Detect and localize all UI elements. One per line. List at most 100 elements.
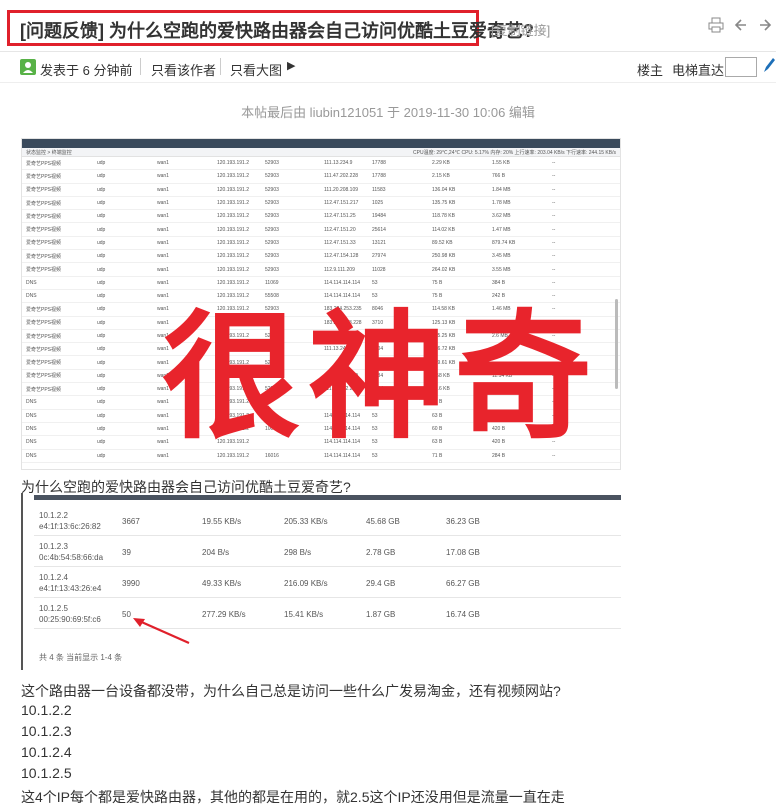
table-cell: udp [97,186,106,193]
table-cell: 17788 [372,160,386,167]
table-cell: 13121 [372,239,386,246]
table-cell: DNS [26,293,37,300]
table-cell: 112.47.151.33 [324,239,356,246]
table-cell: 111.20.208.109 [324,186,359,193]
table-cell: 120.193.191.2 [217,160,249,167]
table-cell: 52903 [265,200,279,207]
screenshot-breadcrumb: 状态监控 > 终端监控 [26,149,72,156]
screenshot-topbar [22,139,620,148]
device-conn: 3990 [122,579,140,588]
table-cell: 爱奇艺PPS视频 [26,386,62,393]
device-id: 10.1.2.3 0c:4b:54:58:66:da [39,541,103,563]
device-mac: e4:1f:13:6c:26:82 [39,522,101,531]
table-cell: 3.45 MB [492,253,511,260]
body-line: 10.1.2.2 [21,702,72,718]
table-cell: 120.193.191.2 [217,253,249,260]
table-cell: 爱奇艺PPS视频 [26,267,62,274]
table-cell: udp [97,239,106,246]
table-cell: 52903 [265,186,279,193]
table-cell: 3.62 MB [492,213,511,220]
table-cell: udp [97,200,106,207]
device-row[interactable]: 10.1.2.2 e4:1f:13:6c:26:82 3667 19.55 KB/s 2… [34,503,621,536]
table-cell: 52903 [265,266,279,273]
table-cell: wan1 [157,266,169,273]
table-cell: udp [97,293,106,300]
table-cell: udp [97,359,106,366]
body-line: 10.1.2.4 [21,744,72,760]
table-cell: 135.75 KB [432,200,456,207]
table-cell: 112.47.151.217 [324,200,359,207]
device-down: 216.09 KB/s [284,579,328,588]
table-row: 爱奇艺PPS视频 udp wan1 120.193.191.2 52903 112.9.1… [22,263,620,277]
device-mac: 0c:4b:54:58:66:da [39,553,104,562]
table-cell: 52903 [265,253,279,260]
device-up: 49.33 KB/s [202,579,242,588]
table-cell: 爱奇艺PPS视频 [26,187,62,194]
table-cell: 118.78 KB [432,213,455,220]
next-thread-icon[interactable] [758,17,772,37]
table-cell: 879.74 KB [492,239,516,246]
big-picture-link[interactable]: 只看大图 [230,60,282,79]
device-down: 298 B/s [284,548,312,557]
floor-jump-input[interactable] [725,57,757,77]
quote-line [21,493,23,670]
table-cell: udp [97,346,106,353]
table-cell: udp [97,439,106,446]
table-cell: -- [552,186,556,193]
table-cell: 75 B [432,279,443,286]
body-line: 这4个IP每个都是爱快路由器，其他的都是在用的，就2.5这个IP还没用但是流量一… [21,789,565,805]
table-cell: 爱奇艺PPS视频 [26,333,62,340]
table-row: 爱奇艺PPS视频 udp wan1 120.193.191.2 52903 112.47.… [22,197,620,211]
post-time: 发表于 6 分钟前 [40,63,133,78]
only-author-link[interactable]: 只看该作者 [151,60,216,79]
table-cell: wan1 [157,213,169,220]
table-cell: 1025 [372,200,384,207]
device-row[interactable]: 10.1.2.5 00:25:90:69:5f:c6 50 277.29 KB/s 15… [34,596,621,629]
table-cell: wan1 [157,279,169,286]
table-cell: 112.47.151.20 [324,226,356,233]
copy-link-button[interactable]: [复制链接] [491,20,550,39]
table-cell: 250.98 KB [432,253,456,260]
table-row: 爱奇艺PPS视频 udp wan1 120.193.191.2 52903 111.20.… [22,184,620,197]
print-icon[interactable] [708,17,724,37]
table-cell: DNS [26,412,37,419]
device-traffic-screenshot: 10.1.2.2 e4:1f:13:6c:26:82 3667 19.55 KB/s 2… [21,493,621,670]
table-cell: DNS [26,439,37,446]
body-line: 10.1.2.5 [21,765,72,781]
table-cell: 爱奇艺PPS视频 [26,240,62,247]
table-cell: 120.193.191.2 [217,266,249,273]
table-cell: udp [97,160,106,167]
device-up: 277.29 KB/s [202,610,246,619]
table-cell: 384 B [492,279,506,286]
device-conn: 50 [122,610,131,619]
edit-notice: 本帖最后由 liubin121051 于 2019-11-30 10:06 编辑 [241,105,535,120]
table-cell: -- [552,253,556,260]
table-cell: udp [97,173,106,180]
device-ip: 10.1.2.4 [39,573,68,582]
table-cell: 11069 [265,279,279,286]
floor-label: 楼主 [637,63,664,78]
device-total-up: 45.68 GB [366,517,400,526]
table-cell: 120.193.191.2 [217,200,249,207]
table-cell: wan1 [157,253,169,260]
table-cell: 爱奇艺PPS视频 [26,253,62,260]
device-ip: 10.1.2.2 [39,511,68,520]
table-cell: 52903 [265,226,279,233]
device-up: 19.55 KB/s [202,517,242,526]
prev-thread-icon[interactable] [734,17,748,37]
table-cell: udp [97,426,106,433]
screenshot-status: CPU温度: 29℃,24℃ CPU: 5.17% 内存: 20% 上行速率: … [413,149,616,156]
table-footer: 共 4 条 当前显示 1-4 条 [39,653,123,662]
device-row[interactable]: 10.1.2.3 0c:4b:54:58:66:da 39 204 B/s 298 B/… [34,534,621,567]
table-row: 爱奇艺PPS视频 udp wan1 120.193.191.2 52903 112.47.… [22,250,620,264]
table-cell: 52903 [265,160,279,167]
device-row[interactable]: 10.1.2.4 e4:1f:13:43:26:e4 3990 49.33 KB/s 2… [34,565,621,598]
table-cell: 2.15 KB [432,173,450,180]
body-line: 这个路由器一台设备都没带，为什么自己总是访问一些什么广发易淘金，还有视频网站? [21,683,561,699]
table-cell: 52903 [265,173,279,180]
table-cell: 爱奇艺PPS视频 [26,306,62,313]
go-floor-icon[interactable] [762,56,776,78]
triangle-right-icon[interactable]: ▶ [287,59,295,72]
device-mac: e4:1f:13:43:26:e4 [39,584,102,593]
table-cell: wan1 [157,200,169,207]
